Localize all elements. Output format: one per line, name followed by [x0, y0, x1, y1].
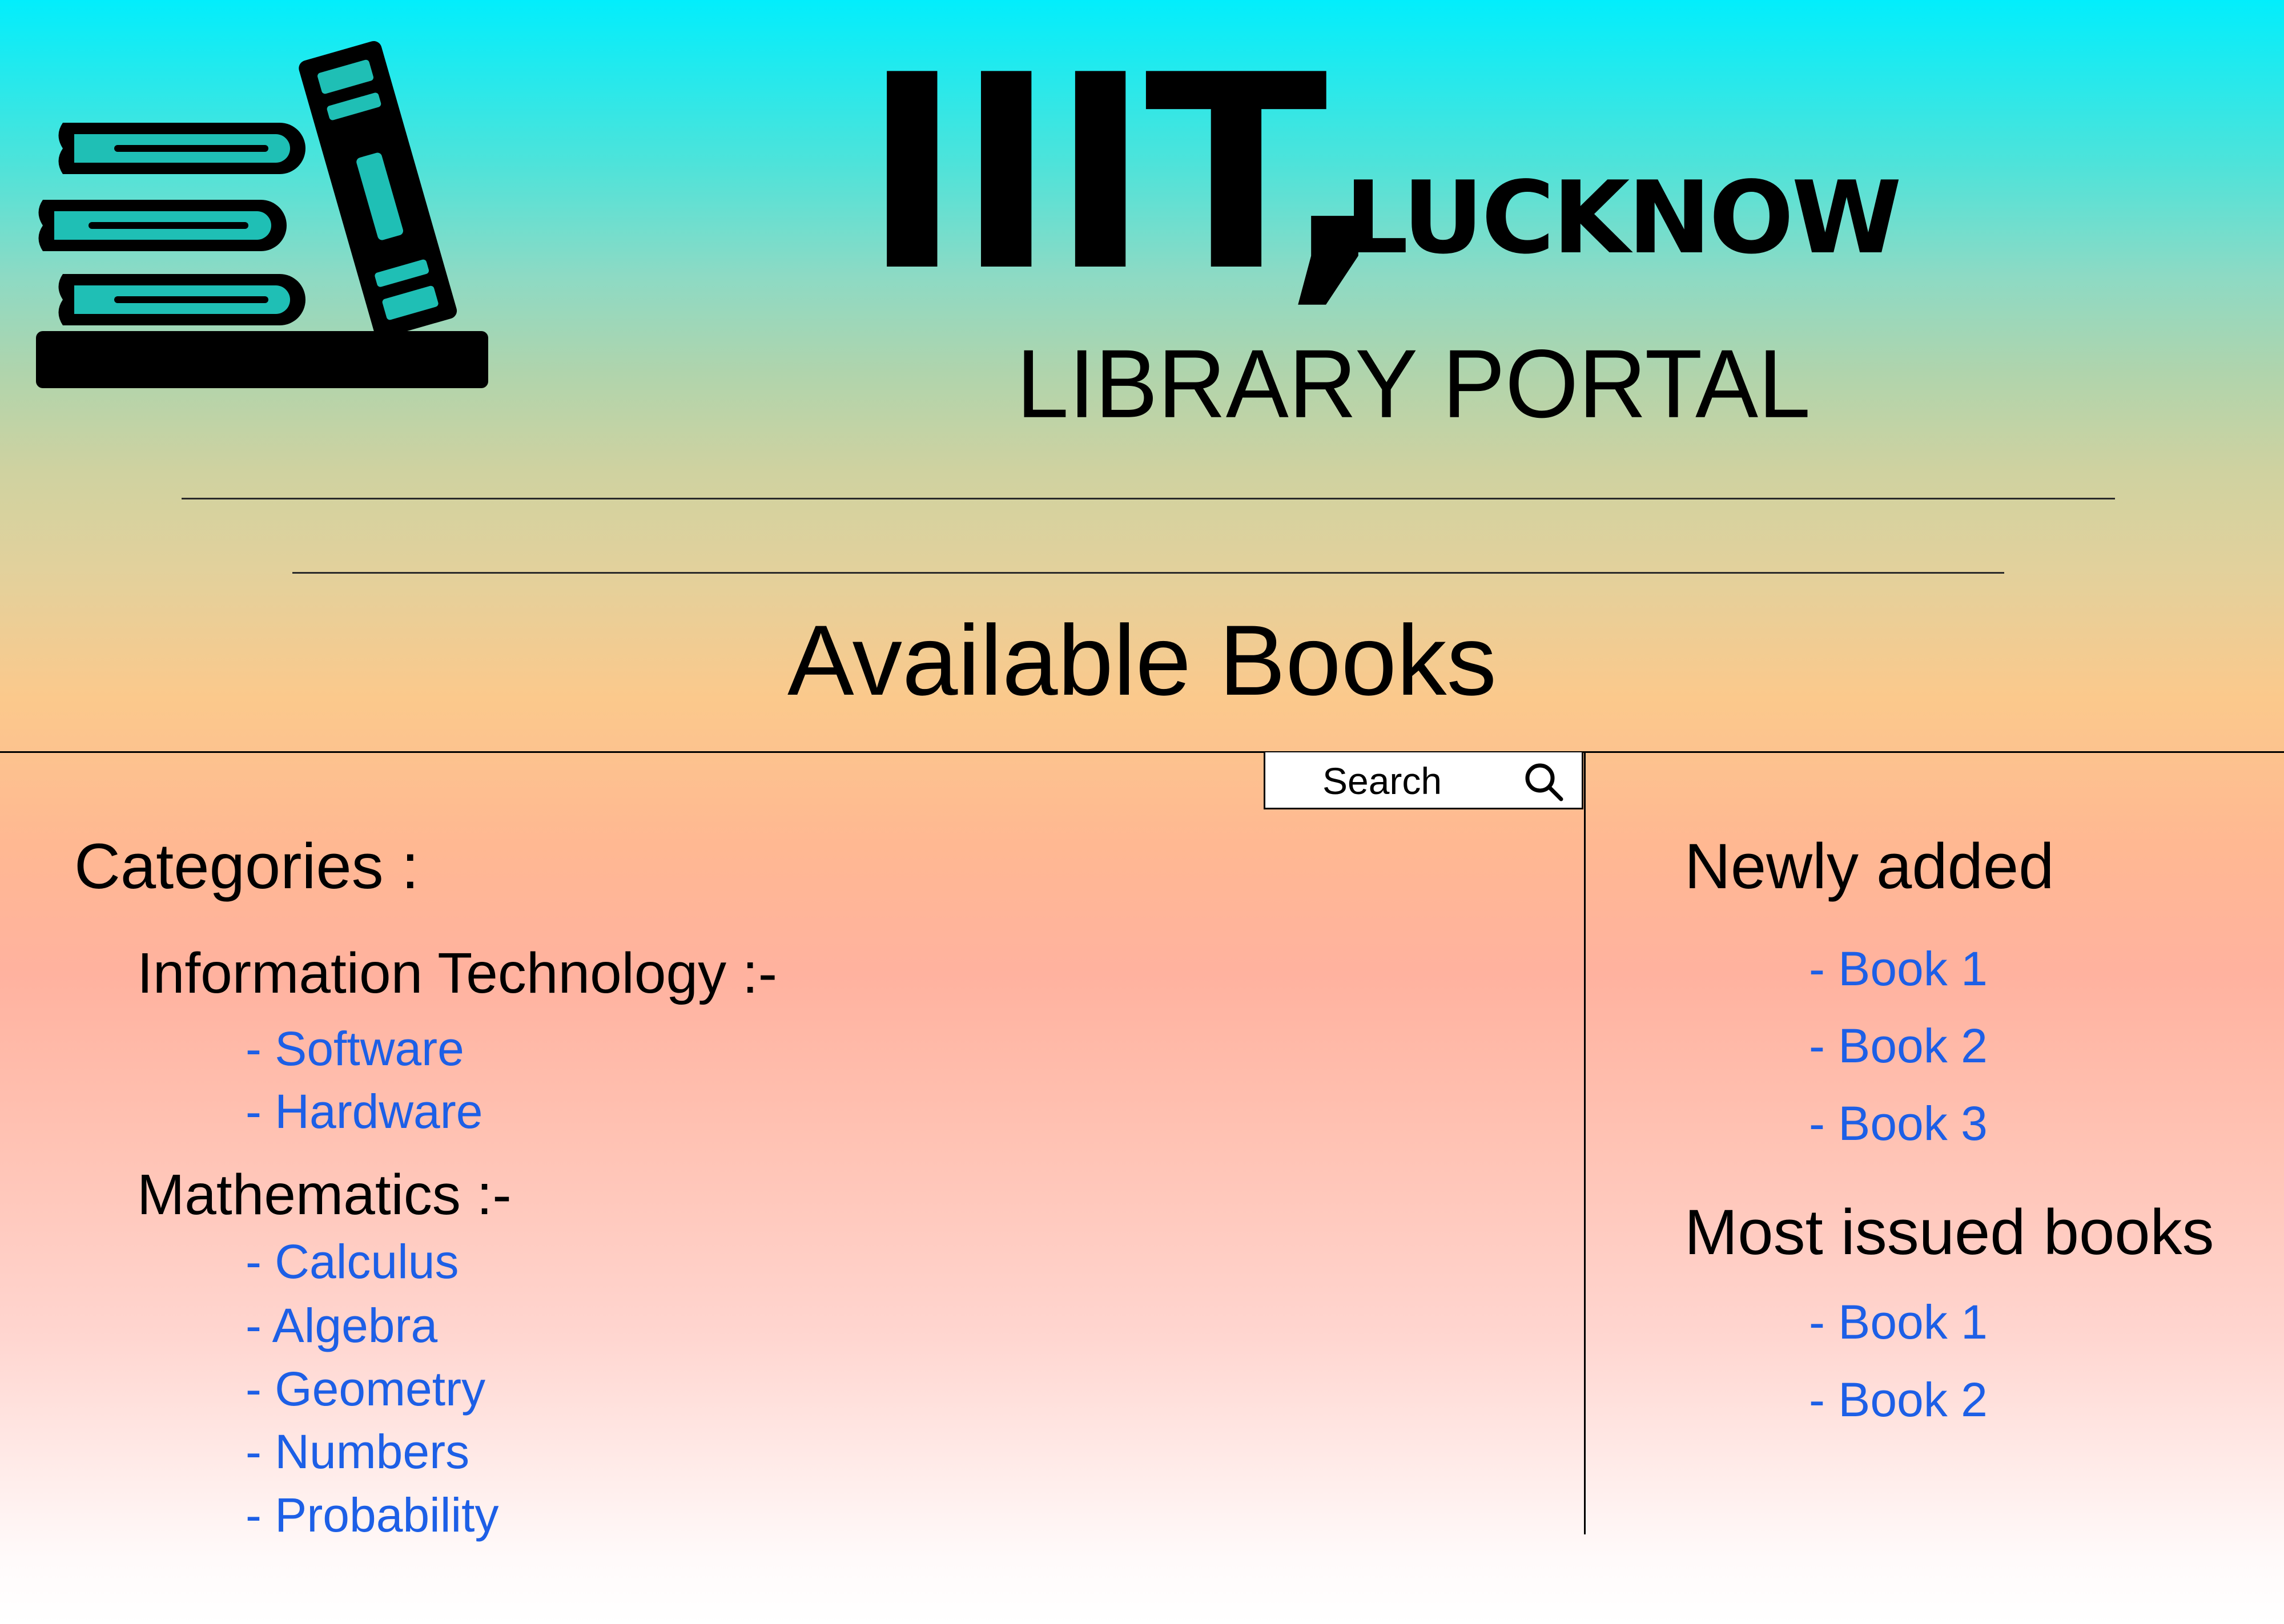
subcategory-link-hardware[interactable]: - Hardware	[246, 1087, 482, 1135]
category-mathematics: Mathematics :-	[137, 1163, 512, 1227]
newly-added-book-link[interactable]: - Book 2	[1809, 1022, 1988, 1070]
section-title: Available Books	[787, 605, 1497, 716]
newly-added-book-link[interactable]: - Book 3	[1809, 1099, 1988, 1147]
most-issued-book-link[interactable]: - Book 2	[1809, 1376, 1988, 1424]
subcategory-link-numbers[interactable]: - Numbers	[246, 1428, 469, 1476]
header-divider-bottom	[292, 572, 2004, 574]
header-divider-top	[182, 498, 2115, 499]
search-input[interactable]	[1322, 757, 1505, 805]
search-icon[interactable]	[1521, 759, 1567, 805]
newly-added-book-link[interactable]: - Book 1	[1809, 945, 1988, 993]
category-information-technology: Information Technology :-	[137, 941, 777, 1005]
portal-title: LIBRARY PORTAL	[1016, 329, 1811, 438]
column-divider	[1584, 752, 1586, 1534]
books-icon	[36, 41, 488, 388]
subcategory-link-probability[interactable]: - Probability	[246, 1491, 499, 1539]
most-issued-book-link[interactable]: - Book 1	[1809, 1298, 1988, 1346]
categories-heading: Categories :	[74, 831, 419, 902]
institute-location: LUCKNOW	[1345, 160, 1902, 276]
most-issued-heading: Most issued books	[1684, 1196, 2214, 1268]
newly-added-heading: Newly added	[1684, 831, 2054, 902]
institute-title: IIIT,	[862, 18, 1386, 330]
subcategory-link-software[interactable]: - Software	[246, 1025, 464, 1073]
subcategory-link-calculus[interactable]: - Calculus	[246, 1238, 459, 1286]
search-box[interactable]	[1264, 752, 1583, 809]
subcategory-link-geometry[interactable]: - Geometry	[246, 1365, 485, 1413]
content-divider	[0, 751, 2284, 753]
subcategory-link-algebra[interactable]: - Algebra	[246, 1301, 437, 1349]
